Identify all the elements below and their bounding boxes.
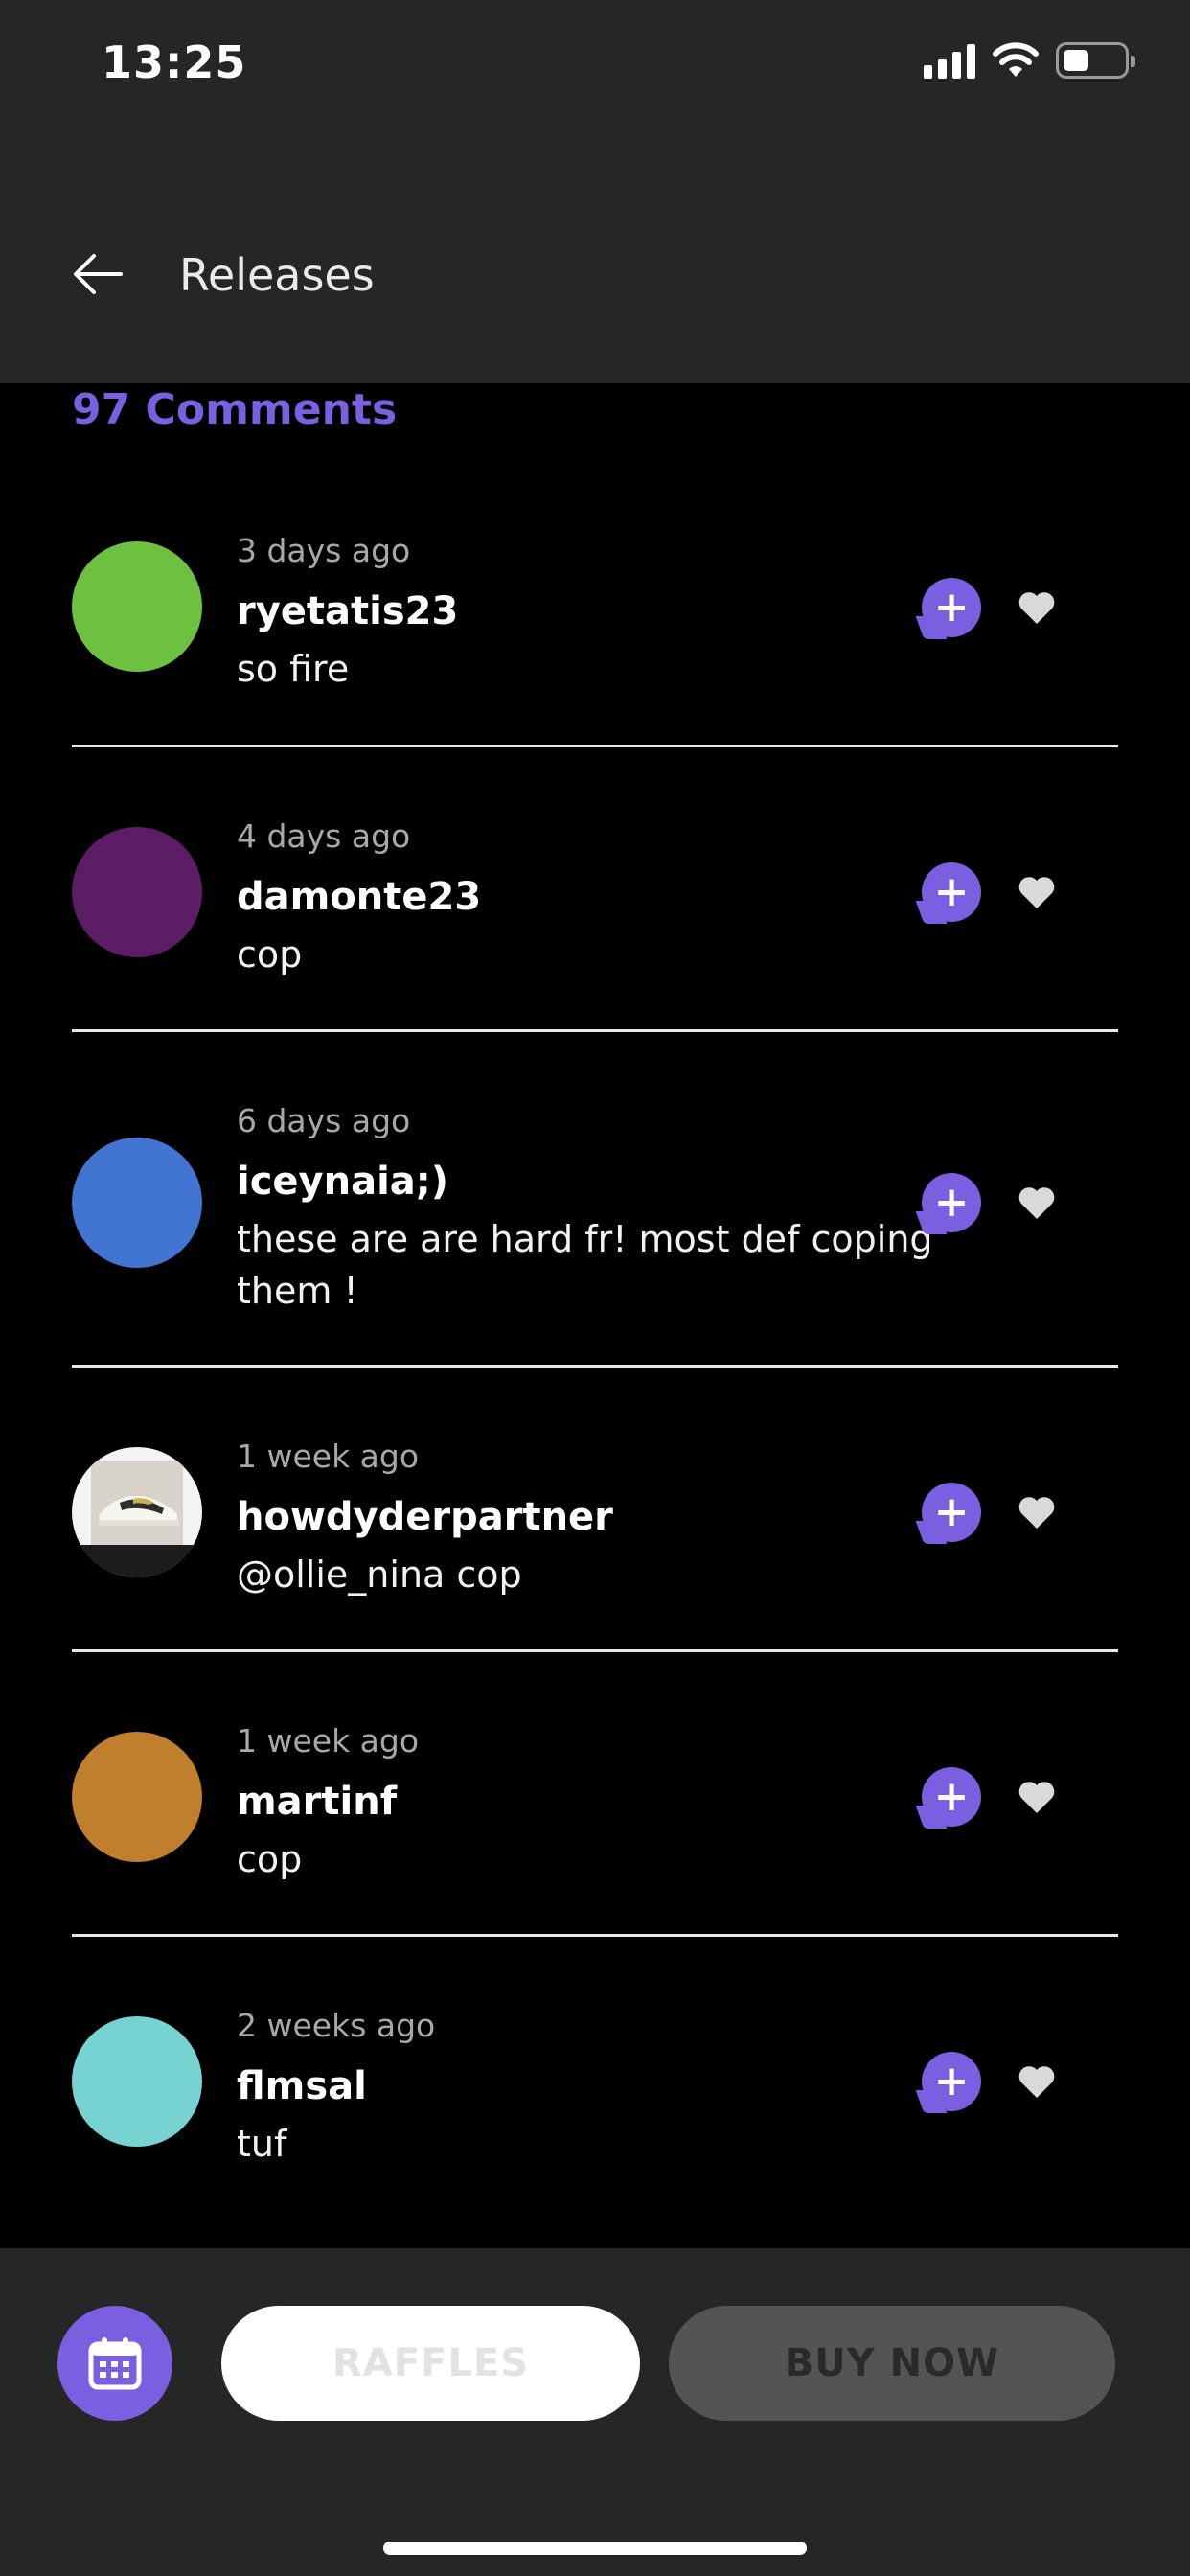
heart-icon[interactable] (1018, 1780, 1056, 1814)
status-icons (924, 42, 1135, 79)
status-time: 13:25 (102, 36, 247, 88)
reply-button[interactable]: + (922, 1767, 981, 1827)
comment-time: 3 days ago (237, 532, 411, 569)
comment-time: 2 weeks ago (237, 2007, 436, 2044)
calendar-button[interactable] (57, 2306, 172, 2421)
comment-text: cop (237, 1838, 303, 1880)
back-button[interactable] (63, 245, 130, 303)
wifi-icon (993, 42, 1039, 77)
comments-list: 3 days ago ryetatis23 so fire + 4 days a… (0, 489, 1190, 2221)
reply-button[interactable]: + (922, 1173, 981, 1232)
calendar-icon (88, 2337, 142, 2390)
avatar[interactable] (72, 1138, 202, 1268)
comment-item: 4 days ago damonte23 cop + (0, 748, 1190, 1032)
reply-button[interactable]: + (922, 578, 981, 637)
reply-plus-icon: + (933, 2057, 970, 2105)
comment-item: 3 days ago ryetatis23 so fire + (0, 489, 1190, 748)
heart-icon[interactable] (1018, 590, 1056, 625)
home-indicator[interactable] (383, 2542, 807, 2555)
comments-count: 97 Comments (72, 385, 398, 434)
comment-item: 1 week ago martinf cop + (0, 1652, 1190, 1937)
reply-button[interactable]: + (922, 862, 981, 922)
comment-text: @ollie_nina cop (237, 1553, 522, 1596)
top-bar: 13:25 Releases (0, 0, 1190, 383)
back-arrow-icon (74, 254, 123, 294)
comment-username[interactable]: flmsal (237, 2057, 941, 2118)
comment-time: 1 week ago (237, 1438, 420, 1475)
comment-time: 4 days ago (237, 817, 411, 855)
comment-text: cop (237, 933, 303, 976)
page-title: Releases (179, 249, 375, 301)
releases-comments-screen: 13:25 Releases 97 Comments 3 days ago ry… (0, 0, 1190, 2576)
reply-plus-icon: + (933, 583, 970, 632)
thumbnail-strip (72, 1545, 202, 1577)
reply-plus-icon: + (933, 867, 970, 916)
buy-now-button[interactable]: BUY NOW (669, 2306, 1115, 2421)
heart-icon[interactable] (1018, 2064, 1056, 2099)
avatar[interactable] (72, 541, 202, 672)
comment-username[interactable]: martinf (237, 1772, 941, 1833)
comment-text: so fire (237, 648, 350, 690)
comment-item: 6 days ago iceynaia;) these are are hard… (0, 1032, 1190, 1368)
comment-username[interactable]: damonte23 (237, 867, 941, 929)
comment-time: 6 days ago (237, 1102, 411, 1139)
reply-plus-icon: + (933, 1487, 970, 1536)
reply-button[interactable]: + (922, 2052, 981, 2111)
heart-icon[interactable] (1018, 1495, 1056, 1530)
reply-plus-icon: + (933, 1772, 970, 1821)
comment-text: tuf (237, 2123, 287, 2165)
signal-icon (924, 42, 975, 79)
comment-username[interactable]: iceynaia;) (237, 1152, 941, 1213)
bottom-action-bar: RAFFLES BUY NOW (0, 2248, 1190, 2576)
avatar[interactable] (72, 1447, 202, 1577)
reply-plus-icon: + (933, 1178, 970, 1227)
heart-icon[interactable] (1018, 875, 1056, 909)
comment-text: these are are hard fr! most def coping t… (237, 1218, 933, 1312)
comment-item: 1 week ago howdyderpartner @ollie_nina c… (0, 1368, 1190, 1652)
avatar[interactable] (72, 1732, 202, 1862)
comment-time: 1 week ago (237, 1722, 420, 1760)
sneaker-icon (91, 1460, 183, 1545)
comment-username[interactable]: howdyderpartner (237, 1487, 941, 1549)
shoe-thumbnail (91, 1460, 183, 1545)
avatar[interactable] (72, 2016, 202, 2147)
comment-username[interactable]: ryetatis23 (237, 582, 941, 643)
comment-item: 2 weeks ago flmsal tuf + (0, 1937, 1190, 2221)
raffles-button[interactable]: RAFFLES (221, 2306, 640, 2421)
reply-button[interactable]: + (922, 1483, 981, 1542)
avatar[interactable] (72, 827, 202, 957)
heart-icon[interactable] (1018, 1185, 1056, 1220)
battery-icon (1056, 42, 1135, 79)
